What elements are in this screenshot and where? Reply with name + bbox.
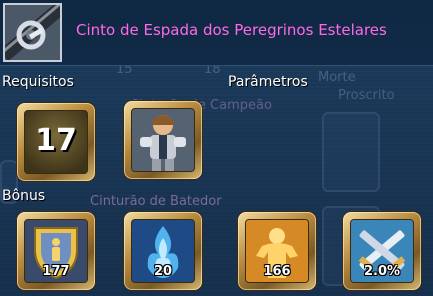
bonus-value: 177: [42, 264, 70, 279]
parameters-label: Parâmetros: [228, 74, 308, 90]
bonus-slot-spirit[interactable]: 20: [124, 212, 202, 290]
bonus-value: 166: [263, 264, 291, 279]
shield-figure-icon: 177: [24, 219, 88, 283]
bonus-label: Bônus: [2, 188, 46, 204]
sword-belt-icon: [3, 3, 62, 62]
item-title: Cinto de Espada dos Peregrinos Estelares: [76, 21, 387, 39]
bonus-value: 2.0%: [363, 264, 401, 279]
requirements-label: Requisitos: [2, 74, 74, 90]
crossed-swords-icon: 2.0%: [350, 219, 414, 283]
bg-text-class: Proscrito: [338, 88, 395, 103]
knight-character-icon: [131, 108, 195, 172]
bg-text-item: Cinturão de Batedor: [90, 194, 222, 209]
golden-body-icon: 166: [245, 219, 309, 283]
level-requirement-slot[interactable]: 17: [17, 103, 95, 181]
blue-flame-icon: 20: [131, 219, 195, 283]
level-icon: 17: [24, 110, 88, 174]
bonus-value: 20: [153, 264, 173, 279]
bonus-slot-attack[interactable]: 2.0%: [343, 212, 421, 290]
bonus-slot-defense[interactable]: 177: [17, 212, 95, 290]
bonus-slot-vitality[interactable]: 166: [238, 212, 316, 290]
tooltip-header: Cinto de Espada dos Peregrinos Estelares: [0, 0, 433, 66]
parameters-slot[interactable]: [124, 101, 202, 179]
bg-card: [322, 112, 380, 192]
level-requirement-value: 17: [35, 123, 77, 158]
